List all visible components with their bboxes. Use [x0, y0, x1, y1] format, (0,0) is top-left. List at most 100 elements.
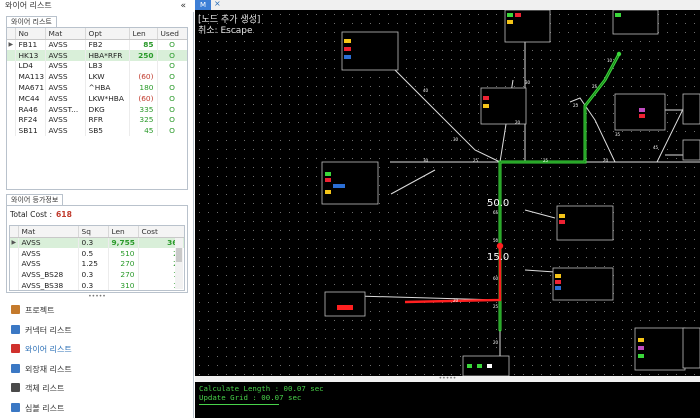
active-node[interactable] — [496, 242, 504, 250]
row-selector[interactable]: ▶ — [10, 237, 19, 248]
nav-item[interactable]: 객체 리스트 — [0, 379, 194, 398]
wire-icon — [11, 344, 20, 353]
wire-end-node[interactable] — [616, 51, 622, 57]
cell-opt: LKW — [85, 71, 130, 83]
row-selector[interactable] — [7, 49, 16, 61]
header-opt[interactable]: Opt — [85, 28, 130, 40]
wire-row[interactable]: SB11 AVSS SB5 45 O — [7, 125, 187, 137]
cell-mat: AVSS — [45, 60, 86, 72]
cell-no: RA46 — [15, 103, 46, 115]
nav-item[interactable]: 심볼 리스트 — [0, 399, 194, 418]
cost-header-cost[interactable]: Cost — [138, 226, 184, 238]
left-splitter[interactable]: ••••• — [0, 294, 194, 300]
tab-wire-list[interactable]: 와이어 리스트 — [6, 16, 57, 27]
connector-s-call-button[interactable] — [341, 31, 399, 71]
wire-list-body: ▶ FB11 AVSS FB2 85 O HK13 AVSS HBA*RFR 250 O LD4 AVS… — [7, 39, 187, 137]
row-selector[interactable] — [10, 247, 19, 259]
cell-len: 85 — [129, 39, 158, 50]
close-tab-icon[interactable]: × — [214, 0, 221, 8]
cell-used: O — [157, 39, 187, 50]
row-selector[interactable] — [7, 114, 16, 126]
connector-hw[interactable] — [614, 93, 666, 131]
cell-mat: AVSS_BS38 — [18, 280, 79, 290]
cell-len: (60) — [129, 92, 158, 104]
connector-sunroof-2[interactable] — [552, 267, 614, 301]
wire-row[interactable]: LD4 AVSS LB3 O — [7, 60, 187, 72]
header-used[interactable]: Used — [157, 28, 187, 40]
collapse-panel-icon[interactable]: « — [180, 0, 186, 12]
wire-row[interactable]: ▶ FB11 AVSS FB2 85 O — [7, 39, 187, 50]
connector-visor-bottom[interactable] — [462, 355, 510, 376]
row-selector[interactable] — [10, 280, 19, 290]
cell-used: O — [157, 82, 187, 93]
wire-row[interactable]: MA113 AVSS LKW (60) O — [7, 71, 187, 83]
row-selector[interactable] — [7, 82, 16, 93]
wire-row[interactable]: MA671 AVSS ^HBA 180 O — [7, 82, 187, 93]
wire-row[interactable]: HK13 AVSS HBA*RFR 250 O — [7, 49, 187, 61]
connector-visor-left[interactable] — [324, 291, 366, 317]
row-selector[interactable] — [10, 269, 19, 281]
cell-no: MA671 — [15, 82, 46, 93]
dim-label: 10 — [607, 58, 613, 63]
cell-used: O — [157, 71, 187, 83]
dim-label: 20 — [453, 298, 459, 303]
row-selector[interactable] — [7, 103, 16, 115]
nav-item[interactable]: 커넥터 리스트 — [0, 321, 194, 340]
row-selector[interactable] — [7, 125, 16, 137]
dim-label: 25 — [493, 304, 499, 309]
connector-lb-harness[interactable] — [480, 87, 527, 125]
cost-scrollbar[interactable] — [175, 238, 183, 289]
document-tab-m[interactable]: M — [195, 0, 211, 10]
header-no[interactable]: No — [15, 28, 46, 40]
nav-item-label: 외장재 리스트 — [25, 364, 72, 374]
cost-scrollbar-thumb[interactable] — [176, 248, 182, 262]
nav-item-label: 객체 리스트 — [25, 384, 65, 393]
cost-header: Mat Sq Len Cost — [10, 226, 184, 238]
document-tab-bar: M × — [195, 0, 700, 10]
cost-table: Mat Sq Len Cost ▶AVSS0.39,755363AVSS0.55… — [10, 226, 184, 290]
cost-row[interactable]: ▶AVSS0.39,755363 — [10, 237, 184, 248]
nav-item-label: 와이어 리스트 — [25, 345, 72, 354]
header-mat[interactable]: Mat — [45, 28, 86, 40]
nav-item[interactable]: 프로젝트 — [0, 301, 194, 320]
header-len[interactable]: Len — [129, 28, 158, 40]
wire-row[interactable]: MC44 AVSS LKW*HBA (60) O — [7, 92, 187, 104]
drawing-canvas[interactable]: [노드 추가 생성] 취소: Escape 50.0 15.0 10 25 25… — [195, 10, 700, 376]
cost-row[interactable]: AVSS1.2527026 — [10, 258, 184, 270]
dim-label: 65 — [493, 210, 499, 215]
nav-item[interactable]: 외장재 리스트 — [0, 360, 194, 379]
cost-header-mat[interactable]: Mat — [18, 226, 79, 238]
row-selector[interactable]: ▶ — [7, 39, 16, 50]
cost-row[interactable]: AVSS_BS380.331012 — [10, 280, 184, 290]
symbol-icon — [11, 402, 20, 412]
cost-row[interactable]: AVSS0.551025 — [10, 247, 184, 259]
cell-opt: SB5 — [85, 125, 130, 137]
connector-sunroof[interactable] — [556, 205, 614, 241]
cell-used: O — [157, 60, 187, 72]
row-selector[interactable] — [10, 258, 19, 270]
total-cost-value: 618 — [56, 210, 72, 219]
dim-label: 25 — [573, 103, 579, 108]
connector-top-right[interactable] — [504, 10, 551, 43]
cell-mat: AVSS — [45, 49, 86, 61]
row-selector[interactable] — [7, 60, 16, 72]
row-selector[interactable] — [7, 92, 16, 104]
cell-no: SB11 — [15, 125, 46, 137]
connector-tailgate[interactable] — [634, 327, 686, 371]
cell-len: 335 — [129, 103, 158, 115]
panel-title-text: 와이어 리스트 — [5, 1, 52, 10]
connector-top-right-2[interactable] — [612, 10, 659, 35]
wire-row[interactable]: RF24 AVSS RFR 325 O — [7, 114, 187, 126]
tab-cost-info[interactable]: 와이어 등가정보 — [6, 194, 64, 205]
row-selector[interactable] — [7, 71, 16, 83]
cell-no: FB11 — [15, 39, 46, 50]
canvas-svg — [195, 10, 700, 376]
cost-header-sq[interactable]: Sq — [78, 226, 109, 238]
cost-row[interactable]: AVSS_BS280.327010 — [10, 269, 184, 281]
connector-auto-dimmer[interactable] — [321, 161, 379, 205]
cell-used: O — [157, 49, 187, 61]
nav-item-label: 심볼 리스트 — [25, 403, 65, 413]
wire-row[interactable]: RA46 AVSST... DKG 335 O — [7, 103, 187, 115]
cost-header-len[interactable]: Len — [108, 226, 139, 238]
nav-item[interactable]: 와이어 리스트 — [0, 340, 194, 359]
